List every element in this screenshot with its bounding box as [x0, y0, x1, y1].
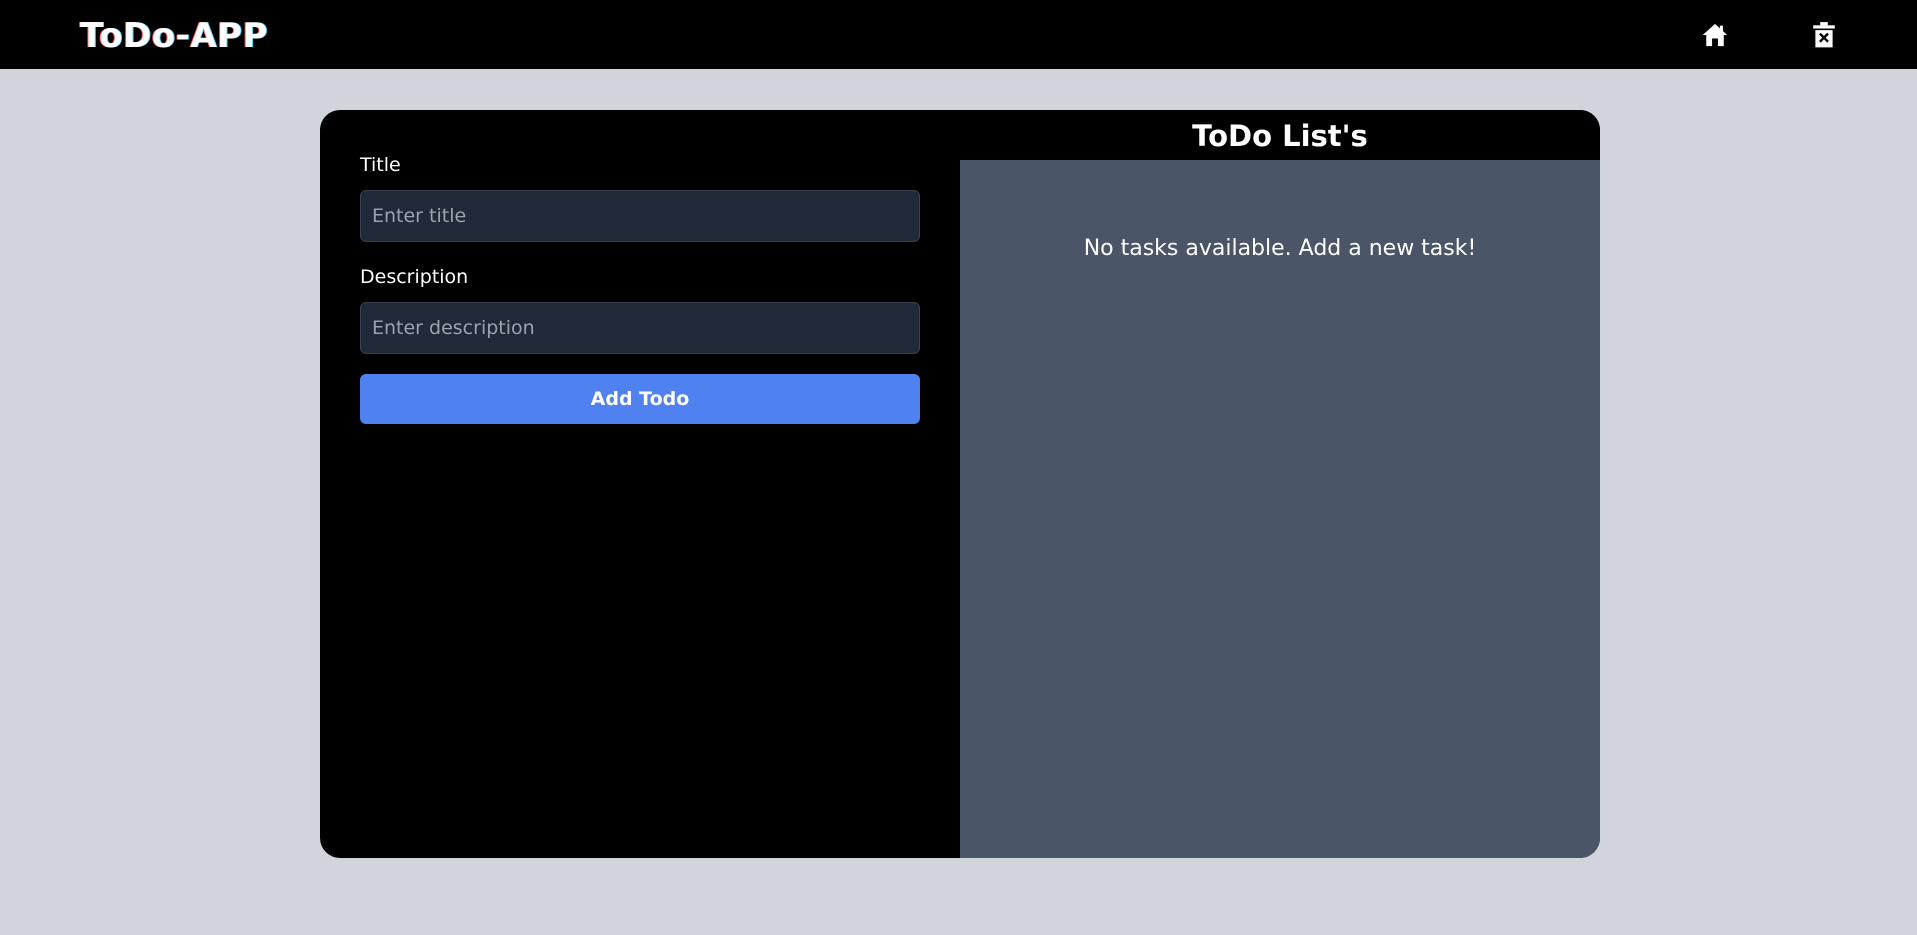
todo-list-heading: ToDo List's: [960, 110, 1600, 160]
home-icon: [1702, 23, 1728, 47]
todo-list: No tasks available. Add a new task!: [960, 160, 1600, 858]
todo-form: Title Description Add Todo: [320, 110, 960, 858]
trash-x-icon: [1813, 22, 1835, 48]
home-button[interactable]: [1699, 19, 1731, 51]
todo-card: Title Description Add Todo ToDo List's N…: [320, 110, 1600, 858]
description-input[interactable]: [360, 302, 920, 354]
add-todo-button[interactable]: Add Todo: [360, 374, 920, 424]
clear-all-button[interactable]: [1808, 19, 1840, 51]
description-label: Description: [360, 266, 469, 288]
navbar: ToDo-APP: [0, 0, 1917, 69]
empty-state-message: No tasks available. Add a new task!: [1083, 236, 1477, 261]
title-label: Title: [360, 154, 401, 176]
app-brand: ToDo-APP: [80, 16, 268, 56]
title-input[interactable]: [360, 190, 920, 242]
todo-list-panel: ToDo List's No tasks available. Add a ne…: [960, 110, 1600, 858]
